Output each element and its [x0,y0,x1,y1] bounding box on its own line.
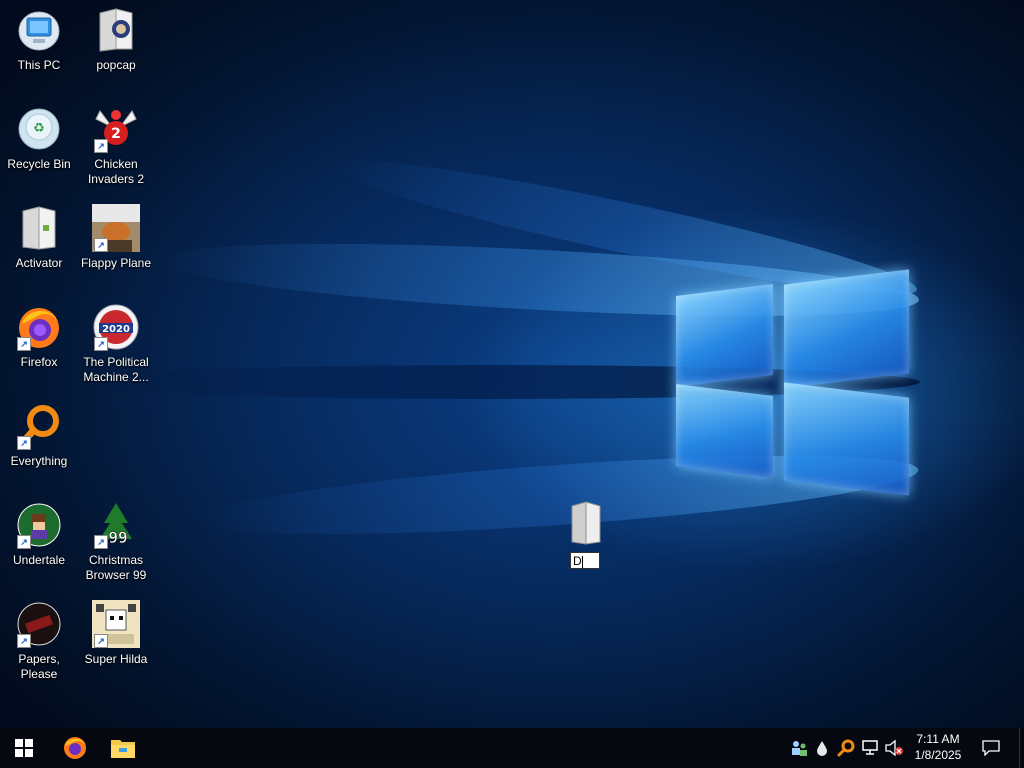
firefox-icon: ↗ [15,303,63,351]
firefox-icon [64,737,86,759]
desktop-icon-label: Papers, Please [18,652,60,681]
shortcut-arrow-icon: ↗ [17,436,31,450]
desktop-icon-chicken-invaders-2[interactable]: 2 ↗ Chicken Invaders 2 [76,105,156,187]
action-center-icon [982,740,1000,756]
volume-muted-icon [885,739,903,757]
political-machine-icon: 2020 ↗ [92,303,140,351]
start-button[interactable] [0,728,48,768]
desktop-icon-label: The Political Machine 2... [83,355,149,384]
action-center-button[interactable] [968,728,1014,768]
desktop-icon-activator[interactable]: Activator [0,204,79,271]
recycle-bin-icon: ♻ [15,105,63,153]
new-folder-item[interactable] [556,500,616,548]
super-hilda-icon: ↗ [92,600,140,648]
desktop-icon-super-hilda[interactable]: ↗ Super Hilda [76,600,156,667]
tray-network-button[interactable] [860,738,880,758]
taskbar: 7:11 AM 1/8/2025 [0,728,1024,768]
desktop-icon-label: Recycle Bin [7,157,71,171]
chicken-icon: 2 ↗ [92,105,140,153]
computer-icon [15,6,63,54]
shortcut-arrow-icon: ↗ [17,535,31,549]
flappy-plane-icon: ↗ [92,204,140,252]
svg-text:♻: ♻ [33,121,45,136]
clock-time: 7:11 AM [916,732,960,746]
folder-icon [566,500,606,548]
shortcut-arrow-icon: ↗ [17,634,31,648]
desktop-icon-this-pc[interactable]: This PC [0,6,79,73]
desktop-icon-firefox[interactable]: ↗ Firefox [0,303,79,370]
text-caret [581,555,583,568]
desktop-icon-label: Undertale [12,553,66,567]
desktop-icon-label: Super Hilda [84,652,148,666]
papers-please-icon: ↗ [15,600,63,648]
tray-search-button[interactable] [836,738,856,758]
undertale-icon: ↗ [15,501,63,549]
tray-water-button[interactable] [812,738,832,758]
svg-text:2: 2 [111,126,121,142]
desktop-icon-label: Firefox [20,355,58,369]
desktop-icon-label: Everything [10,454,68,468]
christmas-browser-badge: 99 [108,528,127,547]
network-icon [862,740,878,755]
political-machine-badge: 2020 [102,324,130,335]
desktop-icon-label: Flappy Plane [80,256,152,270]
desktop-icon-papers-please[interactable]: ↗ Papers, Please [0,600,79,682]
taskbar-clock[interactable]: 7:11 AM 1/8/2025 [906,731,970,763]
rename-input[interactable]: D [570,552,600,569]
shortcut-arrow-icon: ↗ [94,139,108,153]
people-network-icon [792,741,807,756]
wallpaper-logo-pane [784,382,909,496]
wallpaper-logo-pane [784,269,909,389]
tray-volume-button[interactable] [884,738,904,758]
desktop-icon-label: Activator [15,256,63,270]
wallpaper-logo-pane [676,284,773,387]
windows-start-icon [15,739,33,757]
desktop-icon-label: Chicken Invaders 2 [87,157,145,186]
taskbar-file-explorer-button[interactable] [99,728,147,768]
taskbar-firefox-button[interactable] [51,728,99,768]
christmas-tree-icon: 99 ↗ [92,501,140,549]
tray-people-button[interactable] [789,738,809,758]
search-magnifier-icon [837,739,855,757]
desktop-icon-label: popcap [96,58,136,72]
rename-input-text: D [573,554,582,568]
folder-icon [92,6,140,54]
shortcut-arrow-icon: ↗ [17,337,31,351]
desktop-icon-christmas-browser-99[interactable]: 99 ↗ Christmas Browser 99 [76,501,156,583]
desktop-icon-label: Christmas Browser 99 [85,553,147,582]
desktop-icon-everything[interactable]: ↗ Everything [0,402,79,469]
shortcut-arrow-icon: ↗ [94,634,108,648]
clock-date: 1/8/2025 [914,748,962,762]
shortcut-arrow-icon: ↗ [94,535,108,549]
desktop-icon-popcap[interactable]: popcap [76,6,156,73]
file-explorer-icon [111,740,135,758]
shortcut-arrow-icon: ↗ [94,337,108,351]
desktop-icon-undertale[interactable]: ↗ Undertale [0,501,79,568]
shortcut-arrow-icon: ↗ [94,238,108,252]
desktop-icon-flappy-plane[interactable]: ↗ Flappy Plane [76,204,156,271]
desktop-icon-label: This PC [17,58,61,72]
water-drop-icon [817,741,827,756]
file-icon [15,204,63,252]
everything-search-icon: ↗ [15,402,63,450]
show-desktop-button[interactable] [1019,728,1024,768]
wallpaper-logo-pane [676,384,773,478]
desktop-icon-recycle-bin[interactable]: ♻ Recycle Bin [0,105,79,172]
desktop-icon-political-machine[interactable]: 2020 ↗ The Political Machine 2... [76,303,156,385]
